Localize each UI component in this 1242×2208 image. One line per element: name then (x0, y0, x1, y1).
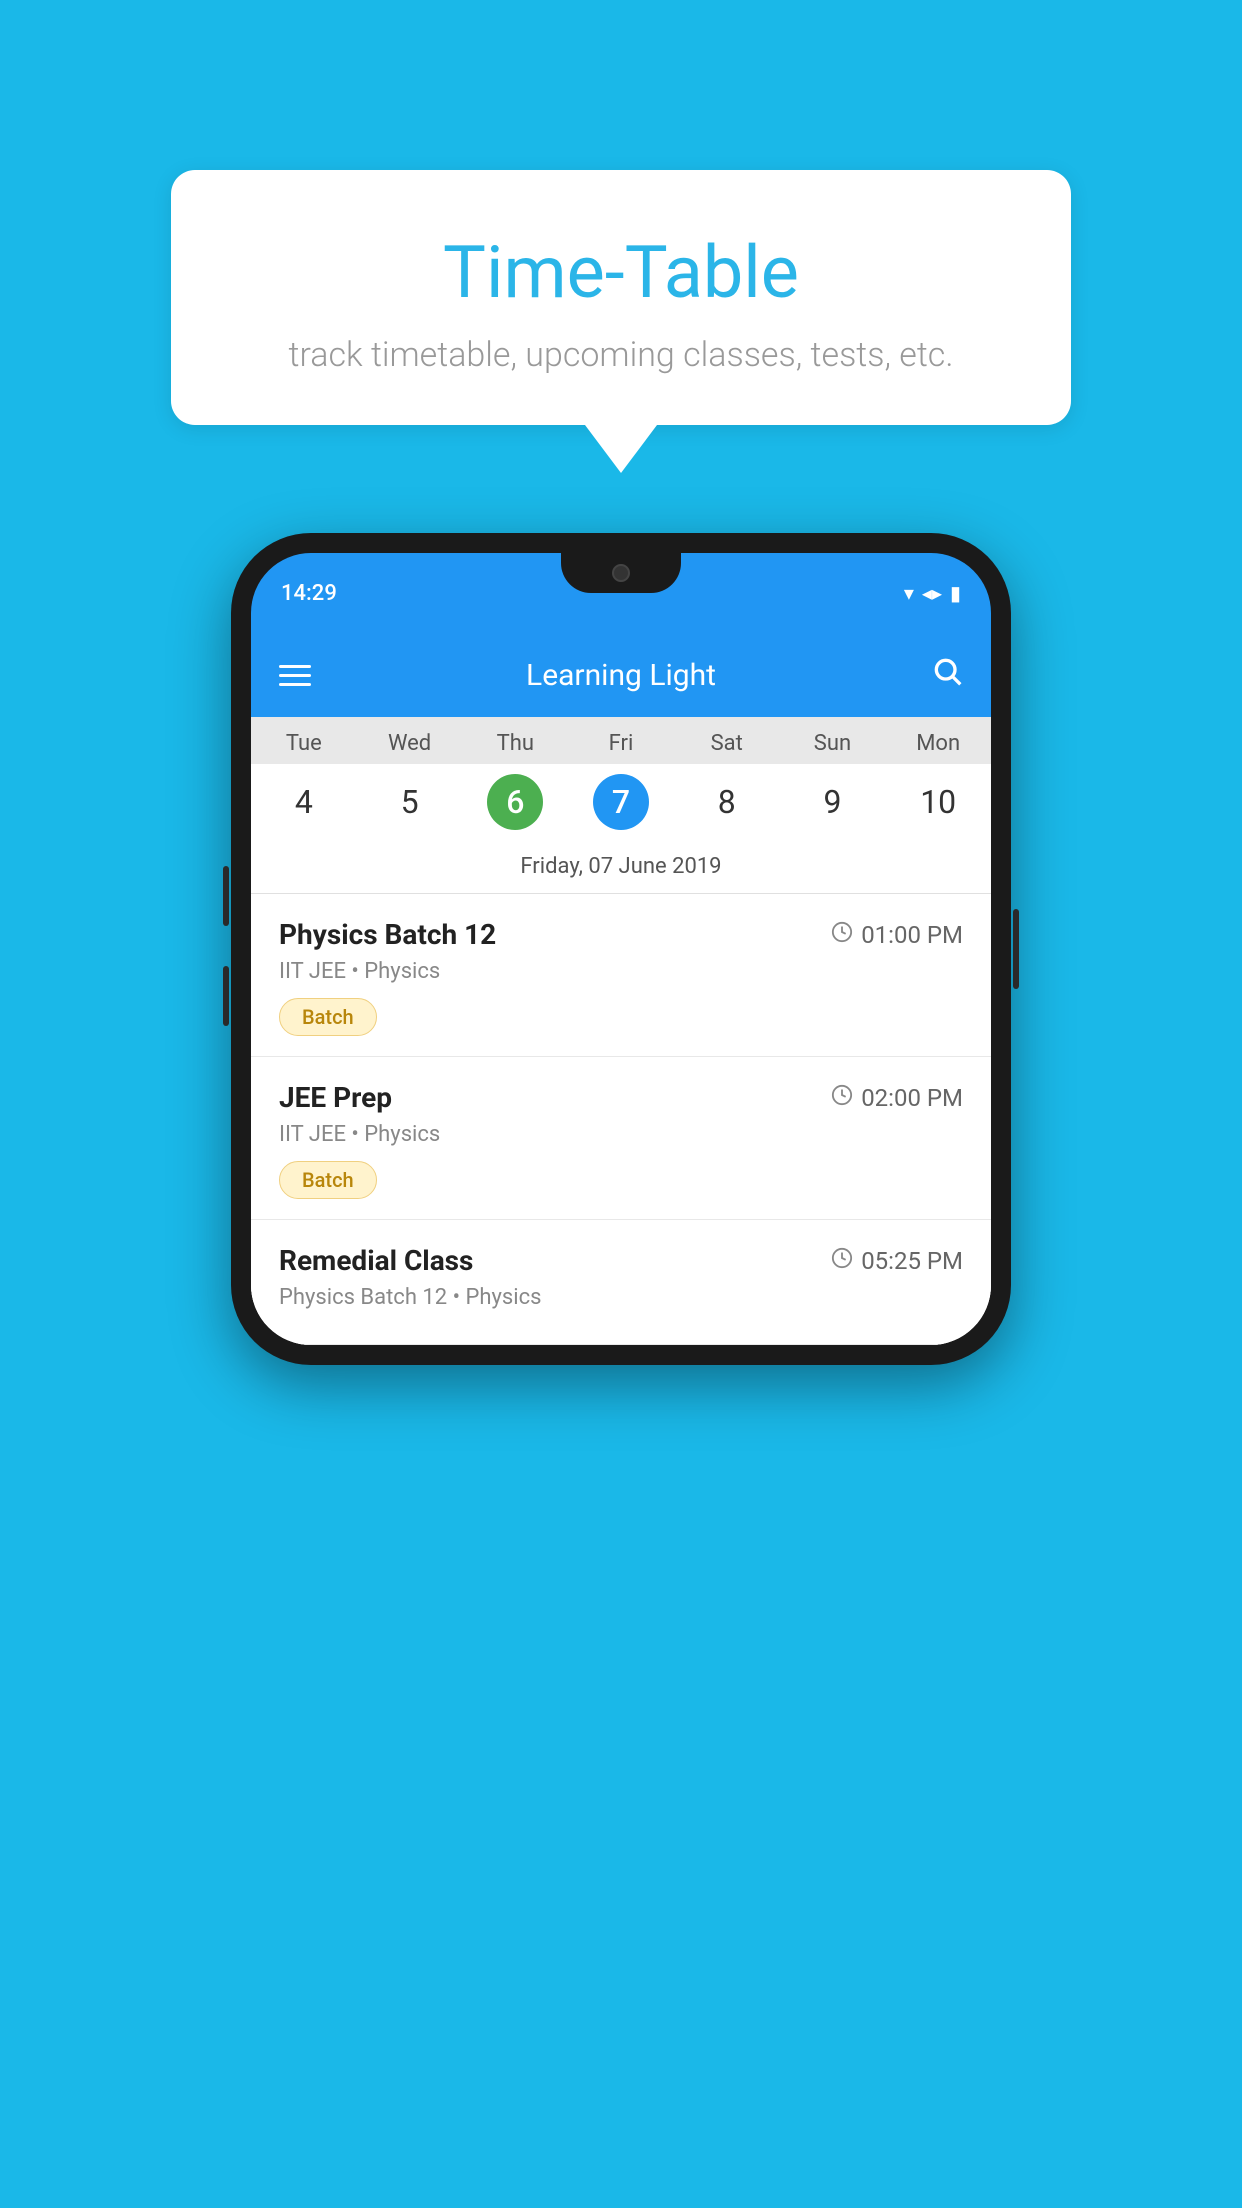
schedule-list: Physics Batch 12 01:00 PM IIT JEE • P (251, 894, 991, 1345)
batch-badge-1: Batch (279, 998, 377, 1036)
volume-up-button (223, 866, 229, 926)
selected-date-label: Friday, 07 June 2019 (251, 844, 991, 894)
page-title: Time-Table (251, 230, 991, 315)
clock-icon-3 (831, 1247, 853, 1275)
day-num-6-today: 6 (487, 774, 543, 830)
status-bar: 14:29 ▾ ◂▸ ▮ (251, 553, 991, 633)
clock-icon-2 (831, 1084, 853, 1112)
schedule-item-3[interactable]: Remedial Class 05:25 PM Physics Batch (251, 1220, 991, 1345)
day-col-fri[interactable]: Fri (568, 717, 674, 764)
schedule-item-2[interactable]: JEE Prep 02:00 PM IIT JEE • Physics (251, 1057, 991, 1220)
volume-down-button (223, 966, 229, 1026)
schedule-item-2-time: 02:00 PM (831, 1084, 963, 1112)
day-col-wed[interactable]: Wed (357, 717, 463, 764)
schedule-item-1-title: Physics Batch 12 (279, 918, 496, 951)
batch-badge-2: Batch (279, 1161, 377, 1199)
status-icons: ▾ ◂▸ ▮ (904, 581, 961, 605)
schedule-item-1-time: 01:00 PM (831, 921, 963, 949)
app-header: Learning Light (251, 633, 991, 717)
day-name-mon: Mon (916, 731, 960, 756)
schedule-item-1-header: Physics Batch 12 01:00 PM (279, 918, 963, 951)
schedule-item-1[interactable]: Physics Batch 12 01:00 PM IIT JEE • P (251, 894, 991, 1057)
day-num-col-10[interactable]: 10 (885, 774, 991, 830)
calendar-strip: Tue Wed Thu Fri Sat Sun (251, 717, 991, 894)
phone-screen: Learning Light Tue Wed (251, 633, 991, 1345)
day-name-tue: Tue (286, 731, 322, 756)
app-title: Learning Light (526, 658, 716, 693)
day-name-sun: Sun (814, 731, 851, 756)
schedule-item-2-sub: IIT JEE • Physics (279, 1122, 963, 1147)
day-name-sat: Sat (711, 731, 743, 756)
clock-icon-1 (831, 921, 853, 949)
day-num-col-7[interactable]: 7 (568, 774, 674, 830)
day-num-col-5[interactable]: 5 (357, 774, 463, 830)
speech-bubble-card: Time-Table track timetable, upcoming cla… (171, 170, 1071, 425)
day-num-col-9[interactable]: 9 (780, 774, 886, 830)
phone-notch (561, 553, 681, 593)
day-col-sun[interactable]: Sun (780, 717, 886, 764)
schedule-item-3-title: Remedial Class (279, 1244, 473, 1277)
day-num-9: 9 (804, 774, 860, 830)
day-num-10: 10 (910, 774, 966, 830)
phone-mockup: 14:29 ▾ ◂▸ ▮ Learning Light (231, 533, 1011, 1365)
search-button[interactable] (931, 655, 963, 695)
day-num-5: 5 (382, 774, 438, 830)
page-subtitle: track timetable, upcoming classes, tests… (251, 335, 991, 375)
speech-bubble-arrow (585, 425, 657, 473)
day-num-8: 8 (699, 774, 755, 830)
status-time: 14:29 (281, 581, 337, 606)
schedule-item-2-header: JEE Prep 02:00 PM (279, 1081, 963, 1114)
day-num-col-6[interactable]: 6 (462, 774, 568, 830)
day-num-4: 4 (276, 774, 332, 830)
signal-icon: ◂▸ (922, 581, 942, 605)
day-col-thu[interactable]: Thu (462, 717, 568, 764)
speech-bubble-section: Time-Table track timetable, upcoming cla… (171, 170, 1071, 473)
day-name-wed: Wed (388, 731, 431, 756)
wifi-icon: ▾ (904, 581, 914, 605)
phone-frame: 14:29 ▾ ◂▸ ▮ Learning Light (231, 533, 1011, 1365)
menu-button[interactable] (279, 665, 311, 686)
day-col-tue[interactable]: Tue (251, 717, 357, 764)
camera (612, 564, 630, 582)
battery-icon: ▮ (950, 581, 961, 605)
schedule-item-1-sub: IIT JEE • Physics (279, 959, 963, 984)
day-num-7-selected: 7 (593, 774, 649, 830)
schedule-item-3-sub: Physics Batch 12 • Physics (279, 1285, 963, 1310)
day-num-col-8[interactable]: 8 (674, 774, 780, 830)
schedule-item-3-header: Remedial Class 05:25 PM (279, 1244, 963, 1277)
day-col-mon[interactable]: Mon (885, 717, 991, 764)
day-num-col-4[interactable]: 4 (251, 774, 357, 830)
schedule-item-3-time: 05:25 PM (831, 1247, 963, 1275)
day-name-thu: Thu (497, 731, 534, 756)
day-numbers-row: 4 5 6 7 8 9 (251, 764, 991, 844)
power-button (1013, 909, 1019, 989)
day-col-sat[interactable]: Sat (674, 717, 780, 764)
days-header: Tue Wed Thu Fri Sat Sun (251, 717, 991, 764)
schedule-item-2-title: JEE Prep (279, 1081, 392, 1114)
day-name-fri: Fri (609, 731, 634, 756)
